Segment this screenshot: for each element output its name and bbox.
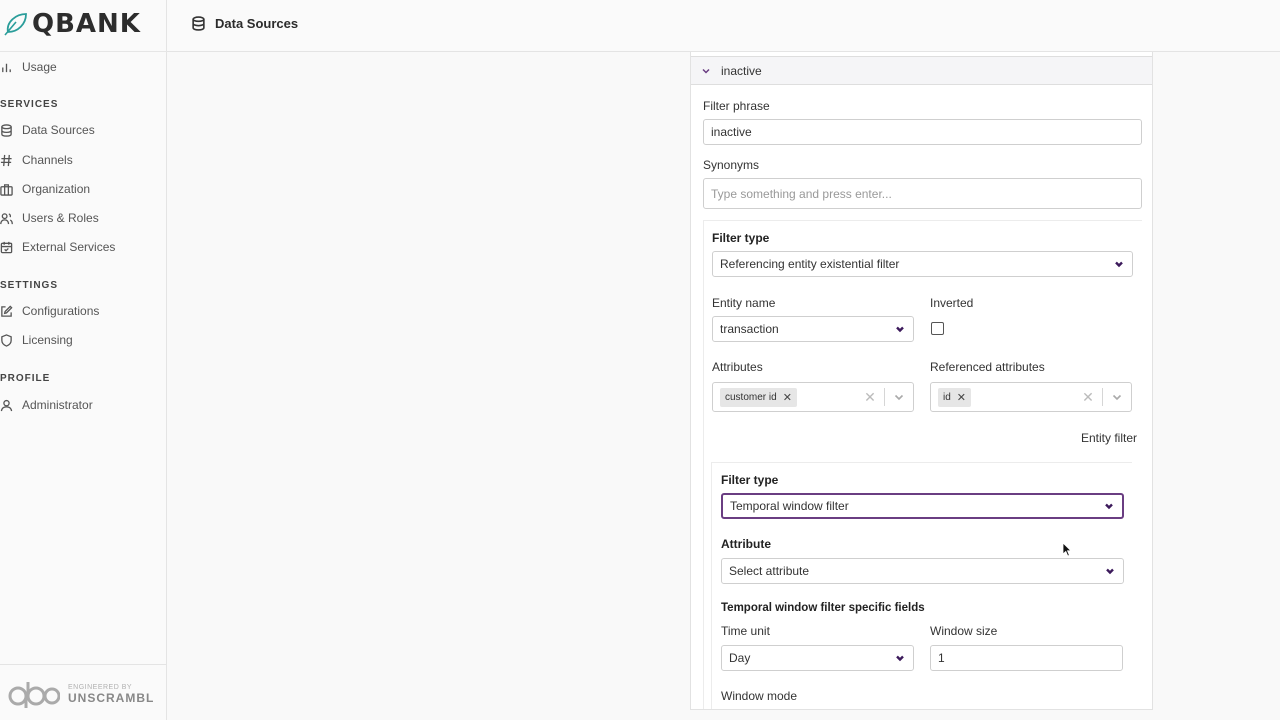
chevron-down-icon — [1106, 568, 1114, 575]
specific-fields-heading: Temporal window filter specific fields — [721, 602, 925, 614]
sidebar-item-usage[interactable]: Usage — [0, 56, 57, 78]
feather-logo-icon — [4, 13, 27, 36]
window-mode-label: Window mode — [721, 689, 798, 703]
referenced-attributes-label: Referenced attributes — [930, 360, 1045, 374]
app-logo[interactable]: QBANK — [2, 8, 141, 40]
attributes-label: Attributes — [712, 360, 763, 374]
filter-type-value: Referencing entity existential filter — [720, 257, 900, 271]
clear-icon[interactable]: ✕ — [1074, 389, 1102, 406]
mouse-cursor-icon — [1062, 542, 1072, 557]
sidebar-item-label: Usage — [22, 60, 57, 74]
nested-filter-type-value: Temporal window filter — [730, 499, 849, 513]
synonyms-label: Synonyms — [703, 158, 760, 172]
entity-name-label: Entity name — [712, 296, 776, 310]
entity-name-select[interactable]: transaction — [712, 316, 914, 342]
chip-label: customer id — [725, 391, 777, 403]
hash-icon — [0, 154, 12, 166]
time-unit-value: Day — [729, 651, 751, 665]
attribute-chip: customer id ✕ — [720, 387, 797, 407]
chevron-down-icon — [1105, 503, 1113, 510]
footer-engineered-text: ENGINEERED BY — [68, 683, 133, 691]
chip-remove-icon[interactable]: ✕ — [957, 391, 966, 404]
sidebar-divider — [0, 51, 167, 52]
users-icon — [0, 212, 13, 224]
sidebar-item-label: Users & Roles — [22, 211, 99, 225]
clear-icon[interactable]: ✕ — [856, 389, 884, 406]
accordion-title: inactive — [721, 63, 762, 78]
calendar-icon — [0, 241, 13, 253]
logo-text: QBANK — [32, 9, 141, 39]
sidebar-item-label: External Services — [22, 240, 116, 254]
sidebar-item-label: Channels — [22, 153, 73, 167]
sidebar-item-label: Data Sources — [22, 123, 95, 137]
footer-brand-text: UNSCRAMBL — [68, 690, 155, 705]
filter-phrase-input[interactable]: inactive — [703, 119, 1142, 145]
attributes-multiselect[interactable]: customer id ✕ ✕ — [712, 382, 914, 412]
sidebar-footer: ENGINEERED BY UNSCRAMBL — [0, 664, 167, 720]
shield-icon — [1, 333, 12, 347]
briefcase-icon — [0, 183, 13, 196]
filter-type-select[interactable]: Referencing entity existential filter — [712, 251, 1133, 277]
sidebar-item-label: Licensing — [22, 333, 73, 347]
chip-label: id — [943, 391, 951, 403]
filter-phrase-label: Filter phrase — [703, 99, 770, 113]
page-title-text: Data Sources — [215, 16, 299, 31]
chip-remove-icon[interactable]: ✕ — [783, 391, 792, 404]
qbo-logo-icon — [8, 682, 60, 708]
referenced-attributes-multiselect[interactable]: id ✕ ✕ — [930, 382, 1132, 412]
section-settings: SETTINGS — [0, 280, 59, 291]
attribute-select[interactable]: Select attribute — [721, 558, 1124, 584]
sidebar-item-label: Configurations — [22, 304, 100, 318]
sidebar-item-channels[interactable]: Channels — [0, 149, 73, 171]
chevron-down-icon — [1115, 261, 1123, 268]
attribute-label: Attribute — [721, 537, 771, 551]
edit-icon — [1, 304, 13, 317]
chevron-down-icon[interactable] — [885, 391, 913, 403]
chevron-down-icon — [896, 655, 904, 662]
database-icon — [192, 16, 205, 31]
section-services: SERVICES — [0, 99, 59, 110]
attribute-select-value: Select attribute — [729, 564, 810, 578]
sidebar: QBANK Usage SERVICES Data Sources Channe… — [0, 0, 167, 720]
sidebar-item-administrator[interactable]: Administrator — [0, 394, 93, 416]
time-unit-label: Time unit — [721, 624, 770, 638]
sidebar-item-configurations[interactable]: Configurations — [0, 300, 99, 322]
entity-filter-label: Entity filter — [1080, 431, 1137, 445]
filter-type-label: Filter type — [712, 231, 770, 245]
user-icon — [0, 399, 13, 411]
entity-name-value: transaction — [720, 322, 779, 336]
referenced-attribute-chip: id ✕ — [938, 387, 972, 407]
page-title: Data Sources — [191, 16, 298, 31]
nested-filter-type-label: Filter type — [721, 473, 779, 487]
page-header: Data Sources — [167, 0, 1280, 52]
chevron-down-icon[interactable] — [1103, 391, 1131, 403]
accordion-header[interactable]: inactive — [691, 56, 1152, 85]
chevron-down-icon — [896, 326, 904, 333]
footer-logo: ENGINEERED BY UNSCRAMBL — [8, 679, 154, 709]
inverted-label: Inverted — [930, 296, 974, 310]
inverted-checkbox[interactable] — [931, 322, 944, 335]
time-unit-select[interactable]: Day — [721, 645, 914, 671]
sidebar-item-licensing[interactable]: Licensing — [0, 329, 73, 351]
window-size-input[interactable]: 1 — [930, 645, 1123, 671]
database-icon — [1, 123, 12, 137]
synonyms-input[interactable]: Type something and press enter... — [703, 178, 1142, 209]
sidebar-item-data-sources[interactable]: Data Sources — [0, 119, 95, 141]
sidebar-item-users-roles[interactable]: Users & Roles — [0, 207, 99, 229]
filter-panel: inactive Filter phrase inactive Synonyms… — [690, 52, 1153, 710]
chevron-down-icon — [702, 68, 710, 74]
sidebar-item-external-services[interactable]: External Services — [0, 236, 115, 258]
sidebar-item-organization[interactable]: Organization — [0, 178, 90, 200]
nested-filter-type-select[interactable]: Temporal window filter — [721, 493, 1124, 519]
sidebar-item-label: Organization — [22, 182, 91, 196]
bar-chart-icon — [2, 63, 11, 72]
window-size-label: Window size — [930, 624, 998, 638]
sidebar-item-label: Administrator — [22, 398, 93, 412]
section-profile: PROFILE — [0, 373, 51, 384]
